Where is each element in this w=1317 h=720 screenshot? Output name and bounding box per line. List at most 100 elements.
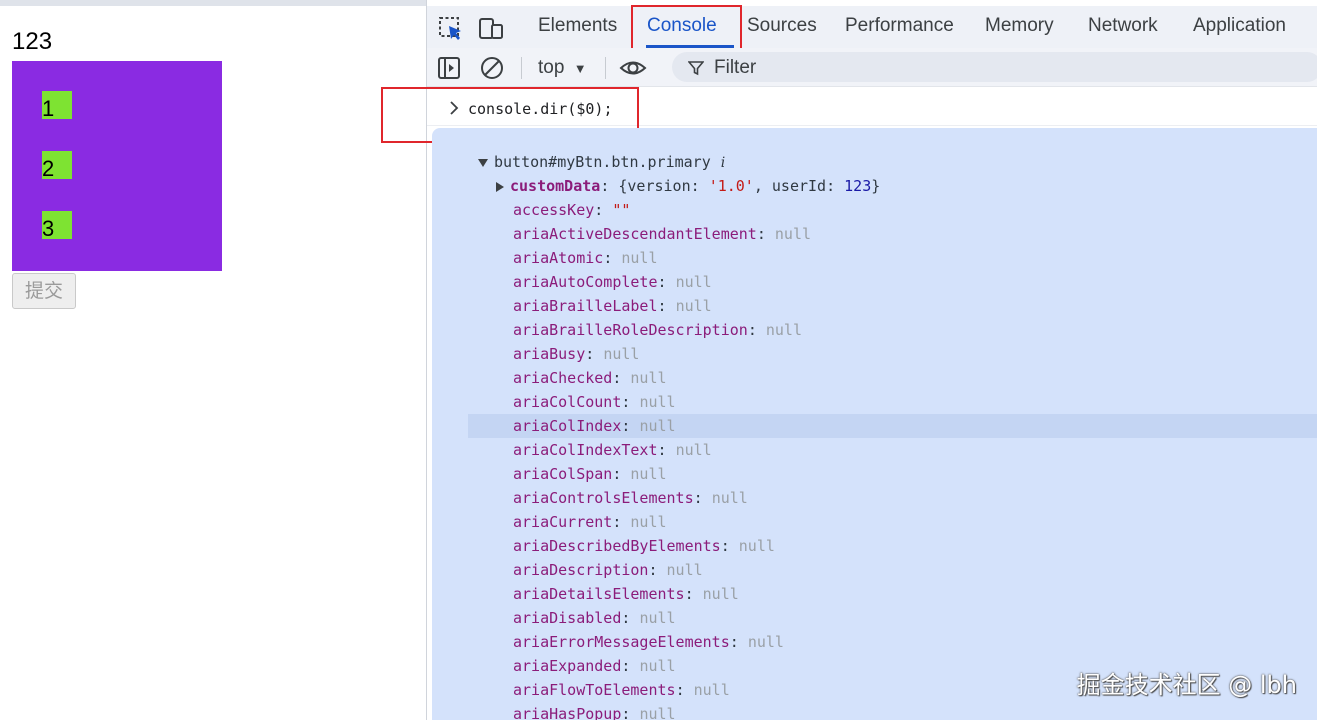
property-row[interactable]: ariaHasPopup: null (513, 702, 676, 720)
property-key: ariaErrorMessageElements (513, 633, 730, 651)
property-row[interactable]: ariaAutoComplete: null (513, 270, 712, 294)
devtools-tabbar: Elements Console Sources Performance Mem… (427, 6, 1317, 48)
tab-performance[interactable]: Performance (845, 15, 954, 37)
property-value: null (639, 417, 676, 435)
property-key: ariaExpanded (513, 657, 622, 675)
clear-console-icon[interactable] (480, 56, 504, 80)
object-preview-mid: , userId: (753, 177, 845, 195)
property-row[interactable]: ariaColIndexText: null (513, 438, 712, 462)
property-key: ariaDetailsElements (513, 585, 685, 603)
property-value: null (711, 489, 748, 507)
property-row[interactable]: ariaControlsElements: null (513, 486, 748, 510)
property-row[interactable]: ariaColSpan: null (513, 462, 667, 486)
page-text: 123 (12, 28, 53, 55)
list-item: 3 (42, 211, 72, 241)
property-key: ariaBrailleLabel (513, 297, 658, 315)
object-header[interactable]: button#myBtn.btn.primary i (478, 150, 725, 174)
property-key: ariaDescribedByElements (513, 537, 721, 555)
property-row-customData[interactable]: customData: {version: '1.0', userId: 123… (496, 174, 880, 198)
live-expression-eye-icon[interactable] (619, 56, 647, 80)
caret-down-icon: ▼ (573, 61, 587, 76)
tab-network[interactable]: Network (1088, 15, 1158, 37)
tab-application[interactable]: Application (1193, 15, 1286, 37)
tab-memory[interactable]: Memory (985, 15, 1054, 37)
tab-elements[interactable]: Elements (538, 15, 617, 37)
property-row[interactable]: ariaColIndex: null (468, 414, 1317, 438)
page-preview: 123 1 2 3 提交 (0, 0, 426, 720)
property-value: null (639, 657, 676, 675)
property-key: ariaDescription (513, 561, 649, 579)
property-key: ariaColIndex (513, 417, 622, 435)
purple-container: 1 2 3 (12, 61, 222, 271)
triangle-down-icon[interactable] (478, 158, 488, 167)
inspect-element-icon[interactable] (438, 16, 464, 42)
property-value: null (639, 393, 676, 411)
property-value: null (693, 681, 730, 699)
property-key: accessKey (513, 201, 595, 219)
toolbar-separator (605, 57, 606, 79)
property-value: null (675, 441, 712, 459)
property-key: customData (510, 177, 601, 195)
property-key: ariaColIndexText (513, 441, 658, 459)
triangle-right-icon[interactable] (496, 181, 504, 192)
property-row[interactable]: ariaCurrent: null (513, 510, 667, 534)
property-value: null (630, 465, 667, 483)
list-item: 2 (42, 151, 72, 181)
property-key: ariaAutoComplete (513, 273, 658, 291)
property-key: ariaCurrent (513, 513, 613, 531)
device-toolbar-icon[interactable] (478, 16, 504, 42)
property-row-accessKey[interactable]: accessKey: "" (513, 198, 630, 222)
submit-button[interactable]: 提交 (12, 273, 76, 309)
property-row[interactable]: ariaBrailleLabel: null (513, 294, 712, 318)
property-row[interactable]: ariaDetailsElements: null (513, 582, 739, 606)
watermark: 掘金技术社区 @ lbh (1076, 671, 1297, 699)
property-key: ariaDisabled (513, 609, 622, 627)
property-row[interactable]: ariaActiveDescendantElement: null (513, 222, 811, 246)
property-row[interactable]: ariaDescribedByElements: null (513, 534, 775, 558)
property-value: null (675, 297, 712, 315)
property-key: ariaColCount (513, 393, 622, 411)
tab-sources[interactable]: Sources (747, 15, 817, 37)
property-row[interactable]: ariaDisabled: null (513, 606, 676, 630)
property-key: ariaBusy (513, 345, 586, 363)
property-value: null (702, 585, 739, 603)
context-selector[interactable]: top ▼ (538, 57, 587, 79)
property-row[interactable]: ariaExpanded: null (513, 654, 676, 678)
devtools-panel: Elements Console Sources Performance Mem… (381, 0, 1317, 720)
property-row[interactable]: ariaColCount: null (513, 390, 676, 414)
property-row[interactable]: ariaDescription: null (513, 558, 703, 582)
list-item: 1 (42, 91, 72, 121)
property-row[interactable]: ariaAtomic: null (513, 246, 658, 270)
property-row[interactable]: ariaBrailleRoleDescription: null (513, 318, 802, 342)
property-value: null (765, 321, 802, 339)
property-value: null (621, 249, 658, 267)
property-value: null (675, 273, 712, 291)
property-value: null (639, 609, 676, 627)
property-value: null (630, 369, 667, 387)
property-value: null (630, 513, 667, 531)
console-toolbar: top ▼ Filter (427, 48, 1317, 87)
property-key: ariaControlsElements (513, 489, 694, 507)
property-row[interactable]: ariaFlowToElements: null (513, 678, 730, 702)
user-id-value: 123 (844, 177, 872, 195)
property-key: ariaBrailleRoleDescription (513, 321, 748, 339)
info-icon[interactable]: i (721, 155, 725, 171)
property-row[interactable]: ariaErrorMessageElements: null (513, 630, 784, 654)
property-value: "" (612, 201, 631, 219)
property-key: ariaColSpan (513, 465, 613, 483)
property-value: null (747, 633, 784, 651)
filter-input[interactable]: Filter (672, 52, 1317, 82)
console-result-panel: button#myBtn.btn.primary i customData: {v… (432, 128, 1317, 720)
console-input-line: console.dir($0); (381, 87, 1317, 143)
property-row[interactable]: ariaBusy: null (513, 342, 639, 366)
property-value: null (666, 561, 703, 579)
object-preview-open: {version: (618, 177, 709, 195)
object-label: button#myBtn.btn.primary (494, 153, 711, 171)
filter-funnel-icon (688, 61, 704, 76)
sidebar-toggle-icon[interactable] (437, 56, 461, 80)
property-row[interactable]: ariaChecked: null (513, 366, 667, 390)
context-label: top (538, 57, 565, 78)
property-value: null (639, 705, 676, 720)
object-preview-close: } (871, 177, 881, 195)
property-key: ariaAtomic (513, 249, 604, 267)
